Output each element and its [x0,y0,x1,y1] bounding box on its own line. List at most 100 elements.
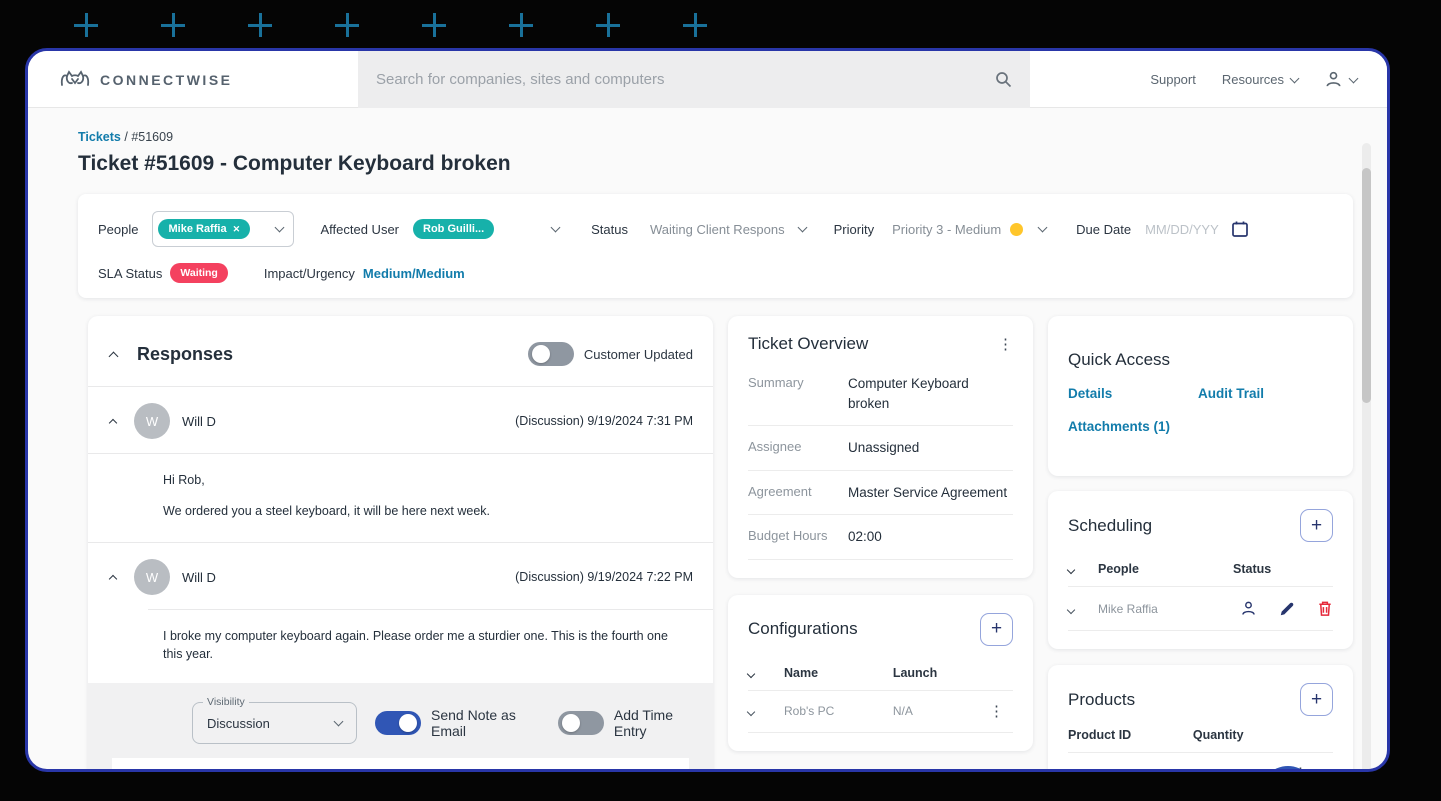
fields-row-1: People Mike Raffia ✕ Affected User Rob G… [98,211,1333,247]
visibility-value: Discussion [207,715,270,731]
page-scrollbar[interactable] [1362,143,1371,769]
chevron-down-icon[interactable] [550,222,561,233]
ticket-overview-card: Ticket Overview ⋮ Summary Computer Keybo… [728,316,1033,578]
chip-remove-icon[interactable]: ✕ [233,224,241,235]
sla-status-badge: Waiting [170,263,228,283]
scrollbar-thumb[interactable] [1362,168,1371,403]
products-card: Products + Product ID Quantity HP-KB-001 [1048,665,1353,769]
global-search-input[interactable]: Search for companies, sites and computer… [358,51,1030,108]
overview-row: Agreement Master Service Agreement [748,471,1013,516]
add-schedule-button[interactable]: + [1300,509,1333,542]
chevron-down-icon [1348,73,1359,83]
priority-label: Priority [833,221,875,237]
edit-pencil-icon[interactable] [1279,601,1295,617]
collapse-responses-icon[interactable] [108,351,119,361]
search-icon[interactable] [995,71,1012,88]
add-product-button[interactable]: + [1300,683,1333,716]
attachments-link[interactable]: Attachments (1) [1068,419,1333,434]
table-row[interactable]: Mike Raffia [1066,586,1333,631]
collapse-entry-icon[interactable] [108,574,118,584]
table-row[interactable]: Rob's PC N/A ⋮ [746,690,1013,733]
plus-decoration-icon [509,13,533,37]
quick-access-links: Details Audit Trail Attachments (1) [1068,386,1333,434]
kebab-menu-icon[interactable]: ⋮ [998,337,1013,352]
due-date-label: Due Date [1076,221,1132,237]
affected-user-label: Affected User [320,221,400,237]
add-time-entry-toggle[interactable] [557,711,604,735]
plus-decoration-icon [596,13,620,37]
content-columns: Responses Customer Updated W Will D (Dis… [88,316,1387,769]
response-meta: (Discussion) 9/19/2024 7:31 PM [515,414,693,428]
priority-medium-dot-icon [1010,222,1024,236]
responses-header: Responses Customer Updated [88,316,713,386]
avatar: W [134,559,170,595]
response-message: I broke my computer keyboard again. Plea… [88,610,713,677]
message-line: We ordered you a steel keyboard, it will… [163,503,491,518]
ticket-overview-rows: Summary Computer Keyboard broken Assigne… [748,362,1013,560]
breadcrumb-tickets-link[interactable]: Tickets [78,130,121,144]
delete-trash-icon[interactable] [1317,600,1333,617]
people-select[interactable]: Mike Raffia ✕ [152,211,295,247]
products-title: Products [1068,689,1136,709]
quick-access-title: Quick Access [1068,350,1171,369]
owl-icon [60,69,90,86]
send-note-as-email-toggle[interactable] [375,711,421,735]
account-menu[interactable] [1324,70,1359,89]
impact-urgency-label: Impact/Urgency [263,265,355,281]
add-time-label: Add Time Entry [613,707,673,739]
plus-decoration-icon [335,13,359,37]
send-note-label: Send Note as Email [431,707,516,739]
priority-select[interactable]: Priority 3 - Medium [892,222,1001,237]
chevron-down-icon[interactable] [797,222,808,233]
plus-decoration-icon [74,13,98,37]
audit-trail-link[interactable]: Audit Trail [1198,386,1333,401]
details-link[interactable]: Details [1068,386,1198,401]
chevron-down-icon[interactable] [746,708,756,717]
configurations-title: Configurations [748,619,858,639]
connectwise-logo: CONNECTWISE [60,51,233,108]
products-header: Products + [1068,683,1333,716]
chevron-down-icon[interactable] [1066,565,1076,575]
avatar: W [134,403,170,439]
chevron-down-icon[interactable] [746,669,756,679]
scheduling-card: Scheduling + People Status Mike Raffia [1048,491,1353,649]
plus-decorations [74,13,707,37]
response-author: Will D [182,413,216,429]
scheduling-table: People Status Mike Raffia [1066,556,1333,631]
calendar-icon[interactable] [1231,220,1249,238]
chevron-down-icon [1289,73,1300,83]
response-entry-header: W Will D (Discussion) 9/19/2024 7:22 PM [88,543,713,609]
responses-card: Responses Customer Updated W Will D (Dis… [88,316,713,769]
top-nav-actions: Support Resources [1150,51,1359,108]
app-window: CONNECTWISE Search for companies, sites … [25,48,1390,772]
support-link[interactable]: Support [1150,72,1196,87]
message-line: Hi Rob, [163,473,205,487]
visibility-label: Visibility [203,696,249,708]
products-table: Product ID Quantity HP-KB-001 1 ⋮ [1068,722,1333,769]
response-meta: (Discussion) 9/19/2024 7:22 PM [515,570,693,584]
visibility-select[interactable]: Visibility Discussion [192,696,357,744]
configurations-card: Configurations + Name Launch Rob's PC N/… [728,594,1033,751]
collapse-entry-icon[interactable] [108,418,118,428]
quick-access-card: Quick Access Details Audit Trail Attachm… [1048,316,1353,476]
assign-user-icon[interactable] [1240,600,1257,617]
resources-menu[interactable]: Resources [1222,72,1300,87]
configurations-header: Configurations + [748,612,1013,646]
ticket-overview-header: Ticket Overview ⋮ [748,334,1013,354]
due-date-input[interactable]: MM/DD/YYY [1145,222,1219,237]
affected-user-chip[interactable]: Rob Guilli... [413,219,495,239]
plus-decoration-icon [683,13,707,37]
configurations-table: Name Launch Rob's PC N/A ⋮ [746,659,1013,733]
chevron-down-icon[interactable] [1037,222,1048,233]
kebab-menu-icon[interactable]: ⋮ [989,703,1004,720]
people-label: People [98,221,139,237]
status-select[interactable]: Waiting Client Respons [650,222,785,237]
overview-row: Budget Hours 02:00 [748,515,1013,560]
chevron-down-icon [275,222,285,233]
customer-updated-toggle[interactable] [527,342,574,366]
top-navigation: CONNECTWISE Search for companies, sites … [28,51,1387,108]
chevron-down-icon[interactable] [1066,605,1076,614]
breadcrumb-current: #51609 [131,130,174,144]
table-row[interactable]: HP-KB-001 1 ⋮ [1068,752,1333,769]
add-configuration-button[interactable]: + [980,612,1013,646]
